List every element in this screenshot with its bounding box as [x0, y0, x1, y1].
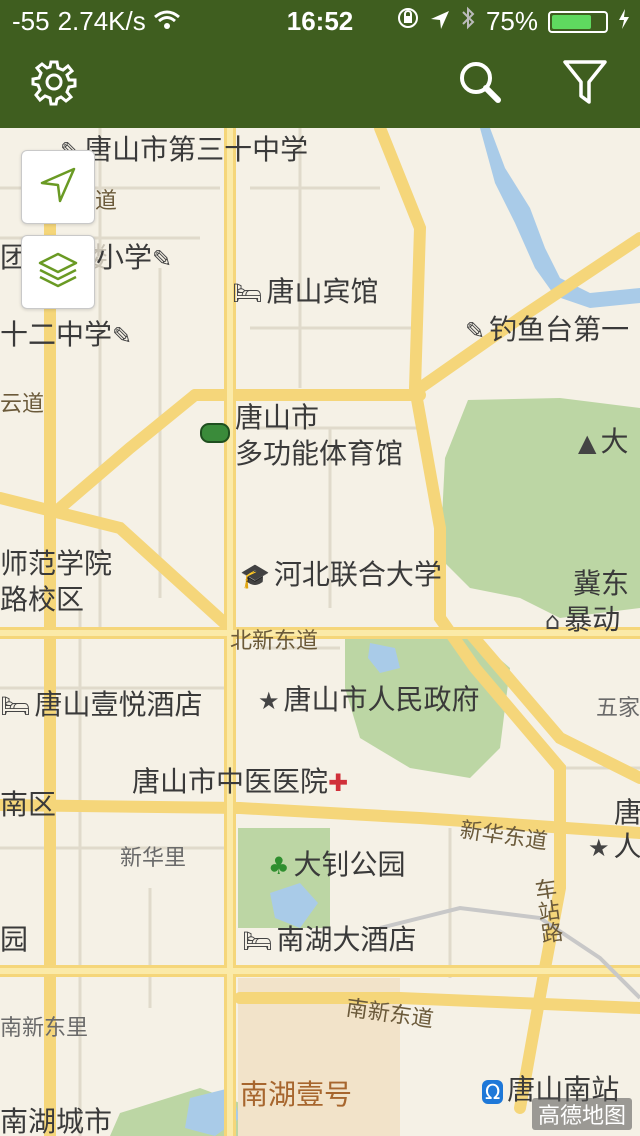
area-label: 南湖壹号: [240, 1078, 353, 1111]
poi-name: 大钊公园: [293, 848, 406, 881]
location-services-icon: [430, 6, 450, 37]
area-label: 南湖城市: [0, 1105, 113, 1136]
locate-button[interactable]: [21, 150, 95, 224]
poi-name: 钓鱼台第一: [489, 313, 630, 346]
area-label: 南区: [0, 788, 57, 821]
poi-label[interactable]: 唐山市 多功能体育馆: [235, 400, 403, 472]
poi-name-line1: 师范学院: [0, 547, 113, 580]
poi-name: 十二中学: [0, 318, 113, 351]
poi-name-line2: 人: [613, 830, 640, 863]
graduation-cap-icon: 🎓: [240, 562, 270, 590]
poi-label[interactable]: 师范学院 路校区: [0, 546, 112, 618]
location-arrow-icon: [38, 165, 78, 209]
settings-button[interactable]: [24, 54, 84, 114]
poi-name-line2: 多功能体育馆: [235, 437, 404, 470]
status-right: 75%: [396, 6, 630, 37]
poi-label[interactable]: 十二中学✎: [0, 313, 136, 353]
hotel-icon: 🛏: [242, 927, 273, 955]
battery-fill: [552, 14, 591, 29]
bluetooth-icon: [460, 6, 476, 37]
poi-name-line1: 唐山市: [235, 401, 320, 434]
map-view[interactable]: ✎唐山市第三十中学 道 团 结楼 小学✎ 🛏唐山宾馆 十二中学✎ ✎钓鱼台第一 …: [0, 128, 640, 1136]
road-label: 云道: [0, 392, 45, 417]
battery-icon: [548, 10, 608, 33]
poi-label[interactable]: 🛏 唐山宾馆: [232, 270, 378, 310]
area-label: 南新东里: [0, 1016, 89, 1041]
area-label: 新华里: [120, 846, 187, 871]
poi-label[interactable]: ✎ 钓鱼台第一: [465, 308, 629, 348]
hospital-icon: ✚: [328, 769, 349, 797]
poi-label[interactable]: 🛏 唐山壹悦酒店: [0, 683, 202, 723]
search-icon: [456, 58, 504, 110]
top-nav-bar: [0, 40, 640, 128]
rotation-lock-icon: [396, 6, 420, 37]
poi-label[interactable]: ✎唐山市第三十中学: [60, 128, 308, 168]
star-icon: ★: [588, 834, 610, 862]
poi-name: 南湖大酒店: [276, 923, 417, 956]
map-provider-logo: 高德地图: [531, 1098, 632, 1130]
poi-label[interactable]: 唐 ★ 人: [588, 796, 640, 865]
filter-icon: [562, 58, 608, 110]
tree-icon: ♣: [268, 852, 290, 880]
filter-button[interactable]: [555, 54, 615, 114]
poi-name: 唐山宾馆: [266, 275, 379, 308]
poi-label[interactable]: 🎓 河北联合大学: [240, 553, 442, 593]
area-label: 园: [0, 923, 29, 956]
poi-label[interactable]: 冀东 ⌂ 暴动: [545, 566, 629, 639]
poi-name: 小学: [96, 241, 153, 274]
poi-name-line2: 暴动: [564, 603, 621, 636]
road-label: 北新东道: [230, 629, 319, 654]
pencil-icon: ✎: [465, 317, 486, 345]
road-label: 道: [95, 189, 118, 214]
battery-percent: 75%: [485, 6, 538, 36]
poi-label[interactable]: 唐山市中医医院✚: [132, 760, 352, 800]
area-label: 五家: [596, 696, 640, 721]
star-icon: ★: [258, 687, 280, 715]
charging-icon: [618, 6, 630, 37]
search-button[interactable]: [450, 54, 510, 114]
poi-name: 河北联合大学: [273, 558, 442, 591]
poi-name: 唐山壹悦酒店: [34, 688, 203, 721]
poi-label[interactable]: ★ 唐山市人民政府: [258, 678, 480, 718]
poi-name: 唐山市人民政府: [283, 683, 480, 716]
poi-label[interactable]: 小学✎: [96, 236, 176, 276]
poi-name-line1: 唐: [614, 796, 640, 829]
poi-name: 唐山市中医医院: [132, 765, 329, 798]
status-bar: -55 2.74K/s 16:52 75%: [0, 0, 640, 40]
poi-label[interactable]: ♣ 大钊公园: [268, 843, 406, 883]
poi-label[interactable]: ▲ 大: [578, 420, 628, 460]
poi-name: 唐山市第三十中学: [84, 133, 309, 166]
subway-icon: Ω: [482, 1080, 504, 1104]
hotel-icon: 🛏: [232, 279, 263, 307]
poi-name-line1: 冀东: [573, 567, 630, 600]
monument-icon: ⌂: [545, 607, 561, 635]
gear-icon: [30, 58, 78, 110]
poi-label[interactable]: 🛏 南湖大酒店: [242, 918, 416, 958]
poi-name-line2: 路校区: [0, 583, 85, 616]
layers-button[interactable]: [21, 235, 95, 309]
poi-name: 大: [600, 425, 629, 458]
pencil-icon: ✎: [152, 245, 173, 273]
layers-icon: [36, 248, 80, 296]
pencil-icon: ✎: [112, 322, 133, 350]
hotel-icon: 🛏: [0, 692, 31, 720]
mountain-icon: ▲: [578, 429, 597, 457]
